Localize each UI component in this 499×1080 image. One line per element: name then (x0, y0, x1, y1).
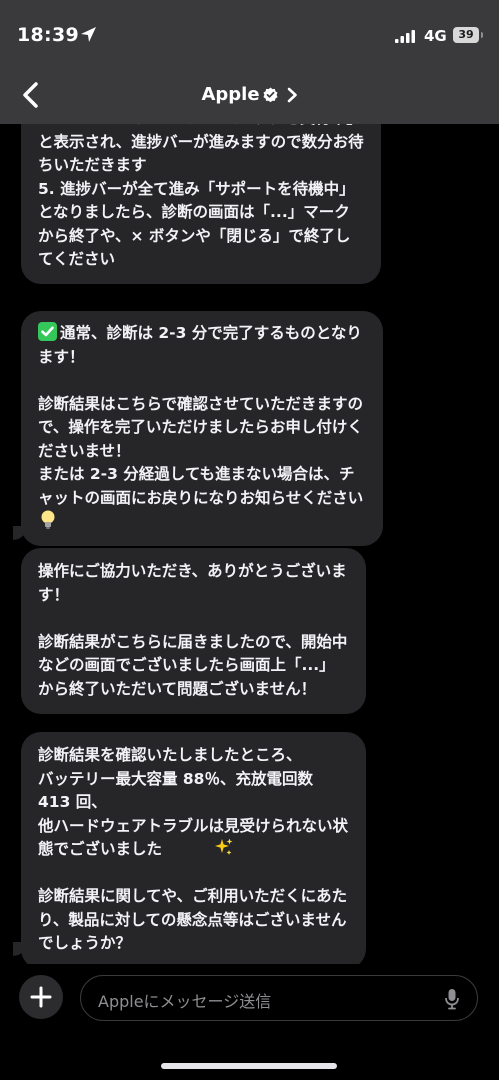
chevron-right-icon (287, 87, 297, 102)
message-text: 診断結果を確認いたしましたところ、 バッテリー最大容量 88％、充放電回数 41… (38, 746, 349, 952)
message-input-placeholder: Appleにメッセージ送信 (98, 992, 272, 1011)
chat-header: Apple (0, 66, 499, 124)
light-bulb-emoji-icon (41, 510, 55, 529)
microphone-icon[interactable] (445, 988, 459, 1010)
message-text: 通常、診断は 2-3 分で完了するものとなります！ 診断結果はこちらで確認させて… (38, 324, 364, 507)
message-text: 操作にご協力いただき、ありがとうございます！ 診断結果がこちらに届きましたので、… (38, 562, 348, 698)
network-type: 4G (424, 27, 447, 45)
status-bar: 18:39 4G 39 (0, 0, 499, 66)
battery-tip (481, 32, 483, 38)
battery-level: 39 (453, 27, 479, 43)
message-input[interactable]: Appleにメッセージ送信 (80, 975, 478, 1021)
sparkles-emoji-icon (215, 838, 233, 855)
business-name: Apple (201, 84, 260, 105)
cellular-signal-icon (395, 30, 415, 43)
message-bubble: 通常、診断は 2-3 分で完了するものとなります！ 診断結果はこちらで確認させて… (21, 311, 383, 546)
home-indicator[interactable] (161, 1063, 337, 1069)
message-list[interactable]: 4.「モバイルリソースインスペクタを実行中」と表示され、進捗バーが進みますので数… (0, 124, 499, 964)
message-text: 4.「モバイルリソースインスペクタを実行中」と表示され、進捗バーが進みますので数… (38, 124, 364, 268)
check-mark-emoji-icon (38, 322, 57, 341)
message-bubble: 4.「モバイルリソースインスペクタを実行中」と表示され、進捗バーが進みますので数… (21, 124, 381, 284)
add-attachment-button[interactable] (19, 975, 63, 1019)
business-info-link[interactable]: Apple (201, 84, 297, 105)
status-time: 18:39 (17, 24, 79, 46)
plus-icon (30, 986, 52, 1008)
verified-badge-icon (263, 87, 278, 102)
location-arrow-icon (81, 27, 96, 42)
chat-title: Apple (0, 84, 499, 105)
message-bubble: 操作にご協力いただき、ありがとうございます！ 診断結果がこちらに届きましたので、… (21, 548, 366, 714)
message-bubble: 診断結果を確認いたしましたところ、 バッテリー最大容量 88％、充放電回数 41… (21, 732, 366, 964)
